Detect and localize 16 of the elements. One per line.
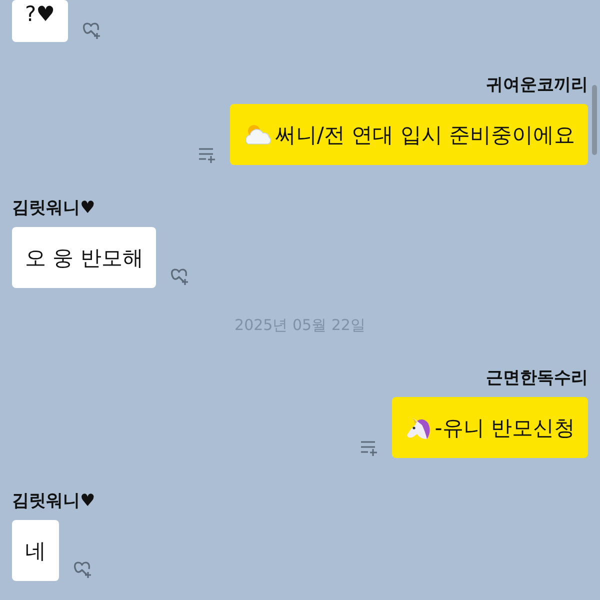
message-bubble: 네 <box>12 520 59 581</box>
list-plus-icon[interactable] <box>198 147 216 163</box>
heart-plus-icon[interactable] <box>170 267 190 286</box>
sender-name: 귀여운코끼리 <box>486 75 588 95</box>
sun-cloud-icon <box>242 122 273 146</box>
sender-name: 김릿워니♥ <box>12 198 96 218</box>
sender-name: 김릿워니♥ <box>12 491 96 511</box>
heart-plus-icon[interactable] <box>73 560 93 579</box>
scrollbar[interactable] <box>592 85 597 155</box>
sender-name: 근면한독수리 <box>486 368 588 388</box>
message-bubble: 써니/전 연대 입시 준비중이에요 <box>230 104 588 165</box>
heart-plus-icon[interactable] <box>82 21 102 40</box>
message-bubble: 오 웅 반모해 <box>12 227 156 288</box>
message-bubble: -유니 반모신청 <box>392 397 588 458</box>
message-bubble: ?♥ <box>12 0 68 42</box>
list-plus-icon[interactable] <box>360 440 378 456</box>
